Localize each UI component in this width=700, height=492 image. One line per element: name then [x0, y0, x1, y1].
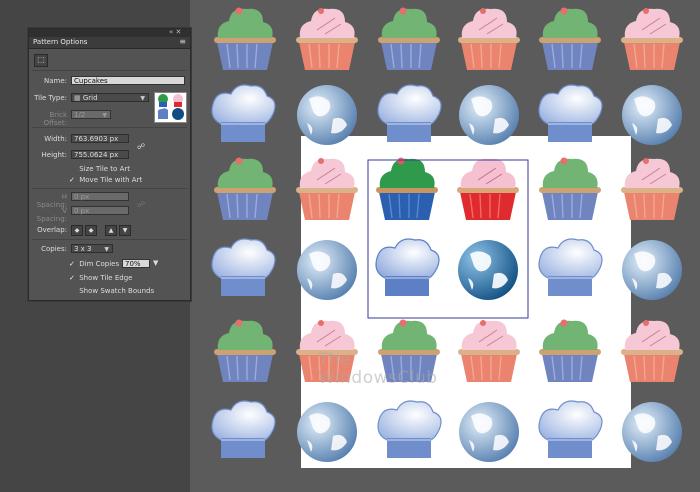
panel-title: Pattern Options [33, 38, 88, 46]
move-tile-with-art-label: Move Tile with Art [79, 176, 143, 184]
chevron-down-icon: ▼ [140, 95, 145, 102]
width-field[interactable]: 763.6903 px [71, 134, 129, 143]
v-spacing-field: 0 px [71, 206, 129, 215]
brick-offset-label: Brick Offset: [43, 111, 67, 127]
copies-label: Copies: [41, 245, 67, 253]
globe-original [458, 240, 518, 300]
overlap-left-in-front-icon[interactable]: ◆ [71, 225, 83, 236]
tile-type-value: Grid [82, 94, 98, 102]
tile-type-label: Tile Type: [34, 94, 67, 102]
pattern-options-panel: « ✕ Pattern Options ≡ ⬚ Name: Cupcakes T… [28, 28, 191, 301]
show-tile-edge-checkbox[interactable]: ✓ Show Tile Edge [69, 274, 132, 282]
watermark: The WindowsClub [318, 351, 438, 387]
brick-offset-select: 1/2 ▼ [71, 110, 111, 119]
link-icon-disabled: ☍ [137, 200, 146, 209]
overlap-bottom-in-front-icon[interactable]: ▼ [119, 225, 131, 236]
tile-edit-tool-icon[interactable]: ⬚ [34, 54, 48, 67]
checkmark-icon: ✓ [69, 260, 75, 268]
tile-type-select[interactable]: ▦ Grid ▼ [71, 93, 149, 102]
overlap-label: Overlap: [37, 226, 67, 234]
grid-icon: ▦ [74, 94, 81, 102]
dim-copies-dropdown-icon[interactable]: ▼ [153, 259, 158, 267]
copies-select[interactable]: 3 x 3 ▼ [71, 244, 113, 253]
height-label: Height: [41, 151, 68, 159]
checkmark-icon: ✓ [69, 274, 75, 282]
divider [32, 70, 187, 71]
divider [32, 239, 187, 240]
dim-copies-field[interactable]: 70% [122, 259, 150, 268]
overlap-top-in-front-icon[interactable]: ▲ [105, 225, 117, 236]
show-tile-edge-label: Show Tile Edge [79, 274, 133, 282]
chevron-down-icon: ▼ [102, 112, 107, 119]
move-tile-with-art-checkbox[interactable]: ✓ Move Tile with Art [69, 176, 142, 184]
panel-tab[interactable]: Pattern Options ≡ [29, 37, 190, 49]
show-swatch-bounds-label: Show Swatch Bounds [79, 287, 155, 295]
height-field[interactable]: 755.0624 px [71, 150, 129, 159]
link-icon[interactable]: ☍ [137, 142, 145, 151]
chevron-down-icon: ▼ [104, 246, 109, 253]
watermark-line1: The [318, 350, 352, 370]
size-tile-to-art-checkbox[interactable]: Size Tile to Art [69, 165, 130, 173]
collapse-close-icons[interactable]: « ✕ [169, 28, 181, 36]
name-label: Name: [43, 77, 67, 85]
overlap-right-in-front-icon[interactable]: ◆ [85, 225, 97, 236]
panel-titlebar[interactable]: « ✕ [29, 28, 190, 37]
divider [32, 127, 187, 128]
copies-value: 3 x 3 [74, 245, 92, 253]
brick-offset-value: 1/2 [74, 111, 86, 119]
watermark-line2: WindowsClub [318, 368, 438, 388]
name-field[interactable]: Cupcakes [71, 76, 185, 85]
divider [32, 188, 187, 189]
size-tile-to-art-label: Size Tile to Art [79, 165, 130, 173]
width-label: Width: [44, 135, 67, 143]
checkmark-icon: ✓ [69, 176, 75, 184]
v-spacing-label: V Spacing: [36, 207, 67, 223]
pattern-swatch-preview [154, 92, 187, 123]
panel-menu-icon[interactable]: ≡ [179, 37, 186, 46]
show-swatch-bounds-checkbox[interactable]: Show Swatch Bounds [69, 287, 154, 295]
h-spacing-field: 0 px [71, 192, 129, 201]
